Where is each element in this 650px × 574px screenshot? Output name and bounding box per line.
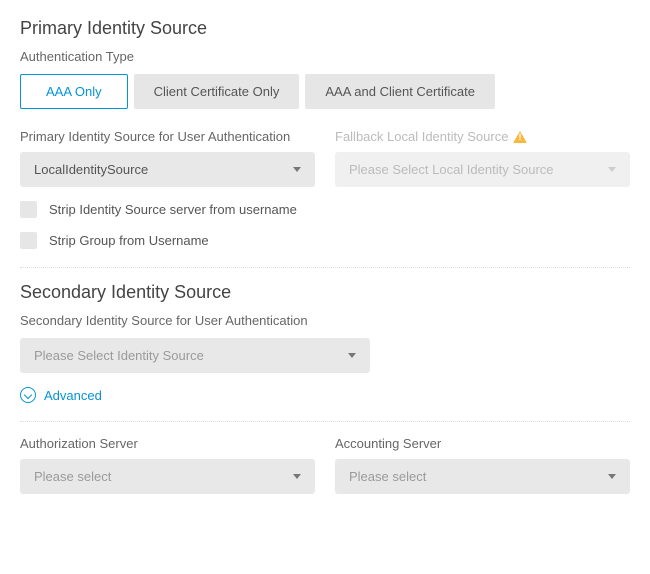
secondary-identity-header: Secondary Identity Source bbox=[20, 282, 630, 303]
auth-cert-only[interactable]: Client Certificate Only bbox=[134, 74, 300, 109]
accounting-server-placeholder: Please select bbox=[349, 469, 426, 484]
fallback-source-select: Please Select Local Identity Source bbox=[335, 152, 630, 187]
fallback-source-placeholder: Please Select Local Identity Source bbox=[349, 162, 554, 177]
strip-server-checkbox[interactable] bbox=[20, 201, 37, 218]
primary-identity-header: Primary Identity Source bbox=[20, 18, 630, 39]
chevron-down-icon bbox=[348, 353, 356, 358]
primary-source-select[interactable]: LocalIdentitySource bbox=[20, 152, 315, 187]
strip-group-label: Strip Group from Username bbox=[49, 233, 209, 248]
advanced-expander[interactable]: Advanced bbox=[20, 387, 630, 403]
secondary-source-label: Secondary Identity Source for User Authe… bbox=[20, 313, 630, 328]
accounting-server-select[interactable]: Please select bbox=[335, 459, 630, 494]
chevron-circle-down-icon bbox=[20, 387, 36, 403]
primary-source-value: LocalIdentitySource bbox=[34, 162, 148, 177]
authorization-server-label: Authorization Server bbox=[20, 436, 315, 451]
strip-server-label: Strip Identity Source server from userna… bbox=[49, 202, 297, 217]
warning-icon bbox=[513, 131, 527, 143]
strip-group-checkbox[interactable] bbox=[20, 232, 37, 249]
secondary-source-placeholder: Please Select Identity Source bbox=[34, 348, 204, 363]
divider bbox=[20, 421, 630, 422]
auth-type-label: Authentication Type bbox=[20, 49, 630, 64]
primary-source-label: Primary Identity Source for User Authent… bbox=[20, 129, 315, 144]
authorization-server-placeholder: Please select bbox=[34, 469, 111, 484]
advanced-label: Advanced bbox=[44, 388, 102, 403]
fallback-source-label: Fallback Local Identity Source bbox=[335, 129, 630, 144]
chevron-down-icon bbox=[293, 474, 301, 479]
chevron-down-icon bbox=[293, 167, 301, 172]
secondary-source-select[interactable]: Please Select Identity Source bbox=[20, 338, 370, 373]
chevron-down-icon bbox=[608, 167, 616, 172]
divider bbox=[20, 267, 630, 268]
authorization-server-select[interactable]: Please select bbox=[20, 459, 315, 494]
accounting-server-label: Accounting Server bbox=[335, 436, 630, 451]
auth-aaa-cert[interactable]: AAA and Client Certificate bbox=[305, 74, 495, 109]
auth-aaa-only[interactable]: AAA Only bbox=[20, 74, 128, 109]
auth-type-toggle: AAA Only Client Certificate Only AAA and… bbox=[20, 74, 630, 109]
chevron-down-icon bbox=[608, 474, 616, 479]
